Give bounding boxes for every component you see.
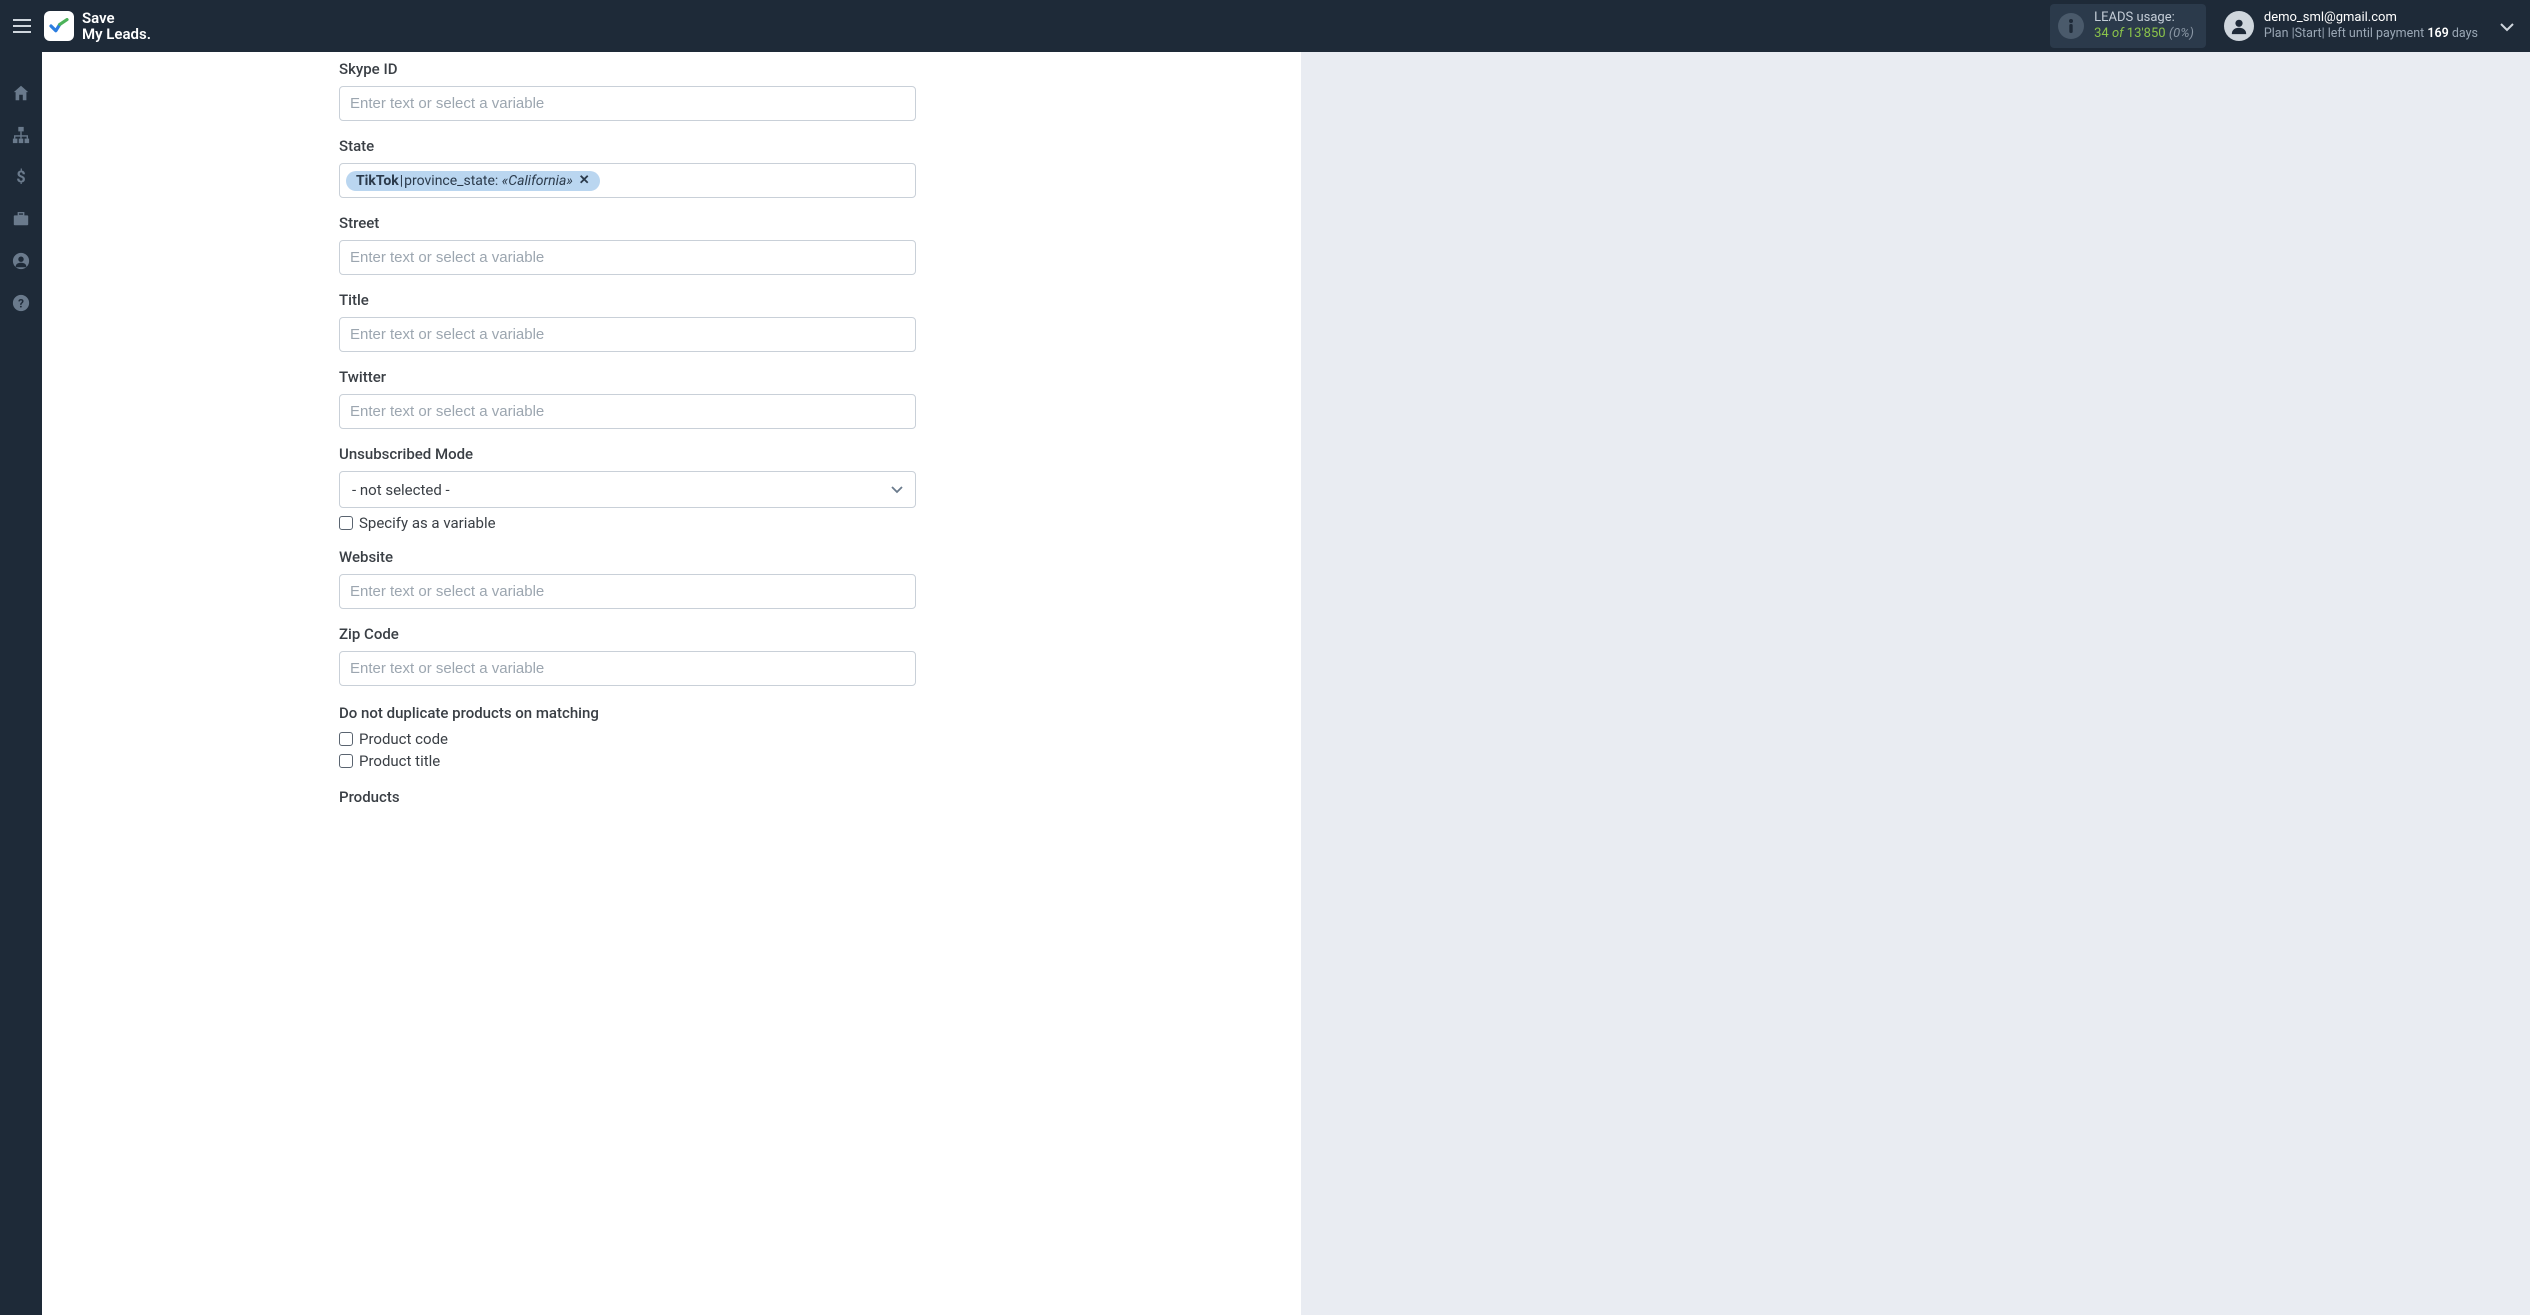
- label-title: Title: [339, 291, 1011, 309]
- brand-line1: Save: [82, 10, 151, 27]
- label-unsub: Unsubscribed Mode: [339, 445, 1011, 463]
- user-plan: Plan |Start| left until payment 169 days: [2264, 26, 2478, 42]
- usage-text: LEADS usage: 34 of 13'850 (0%): [2094, 10, 2194, 43]
- field-unsubscribed-mode: Unsubscribed Mode - not selected - Speci…: [42, 445, 1301, 532]
- logo[interactable]: [44, 11, 74, 41]
- menu-toggle[interactable]: [8, 12, 36, 40]
- chevron-down-icon: [891, 486, 903, 494]
- section-products: Products: [42, 788, 1301, 806]
- chip-remove[interactable]: ✕: [579, 173, 590, 188]
- checkmark-icon: [49, 18, 69, 34]
- field-twitter: Twitter: [42, 368, 1301, 429]
- checkbox-product-code[interactable]: [339, 732, 353, 746]
- checkbox-product-title[interactable]: [339, 754, 353, 768]
- plan-days: 169: [2427, 26, 2448, 41]
- brand-line2: My Leads.: [82, 26, 151, 43]
- input-website[interactable]: [339, 574, 916, 609]
- label-twitter: Twitter: [339, 368, 1011, 386]
- sidebar: $ ?: [0, 52, 42, 1315]
- dollar-icon: $: [12, 168, 30, 186]
- field-title: Title: [42, 291, 1301, 352]
- label-street: Street: [339, 214, 1011, 232]
- input-twitter[interactable]: [339, 394, 916, 429]
- briefcase-icon: [12, 210, 30, 228]
- field-website: Website: [42, 548, 1301, 609]
- label-zip: Zip Code: [339, 625, 1011, 643]
- sidebar-item-help[interactable]: ?: [8, 290, 34, 316]
- plan-prefix: Plan |Start| left until payment: [2264, 26, 2427, 41]
- svg-text:?: ?: [18, 297, 24, 311]
- user-text: demo_sml@gmail.com Plan |Start| left unt…: [2264, 10, 2478, 42]
- usage-of: of: [2112, 26, 2124, 41]
- label-dedupe: Do not duplicate products on matching: [339, 704, 1011, 722]
- label-product-code[interactable]: Product code: [359, 730, 448, 748]
- user-email: demo_sml@gmail.com: [2264, 10, 2478, 26]
- chip-value: «California»: [502, 173, 573, 189]
- label-state: State: [339, 137, 1011, 155]
- dedupe-product-code-row[interactable]: Product code: [339, 730, 1011, 748]
- label-website: Website: [339, 548, 1011, 566]
- input-title[interactable]: [339, 317, 916, 352]
- brand-name: Save My Leads.: [82, 10, 151, 43]
- label-specify-variable[interactable]: Specify as a variable: [359, 514, 496, 532]
- hamburger-icon: [13, 19, 31, 33]
- chip-source: TikTok: [356, 173, 399, 189]
- usage-stats: 34 of 13'850 (0%): [2094, 26, 2194, 42]
- sidebar-item-account[interactable]: [8, 248, 34, 274]
- label-skype: Skype ID: [339, 60, 1011, 78]
- sidebar-item-briefcase[interactable]: [8, 206, 34, 232]
- section-dedupe: Do not duplicate products on matching: [42, 704, 1301, 722]
- user-avatar-icon: [2224, 11, 2254, 41]
- svg-text:$: $: [16, 168, 25, 186]
- sidebar-item-connections[interactable]: [8, 122, 34, 148]
- field-zip: Zip Code: [42, 625, 1301, 686]
- usage-used: 34: [2094, 26, 2109, 41]
- user-box[interactable]: demo_sml@gmail.com Plan |Start| left unt…: [2224, 10, 2514, 42]
- usage-total: 13'850: [2127, 26, 2166, 41]
- unsub-specify-row[interactable]: Specify as a variable: [339, 514, 1011, 532]
- input-skype[interactable]: [339, 86, 916, 121]
- form-card: Skype ID State TikTok | province_state: …: [42, 52, 1301, 1315]
- user-menu-chevron[interactable]: [2500, 17, 2514, 36]
- chip-separator: |: [400, 173, 403, 189]
- field-state: State TikTok | province_state: «Californ…: [42, 137, 1301, 198]
- chevron-down-icon: [2500, 22, 2514, 32]
- field-street: Street: [42, 214, 1301, 275]
- question-icon: ?: [12, 294, 30, 312]
- hierarchy-icon: [12, 126, 30, 144]
- home-icon: [12, 84, 30, 102]
- usage-box[interactable]: LEADS usage: 34 of 13'850 (0%): [2050, 4, 2206, 49]
- plan-days-suffix: days: [2449, 26, 2478, 41]
- user-icon: [12, 252, 30, 270]
- chip-key: province_state:: [404, 173, 498, 189]
- dedupe-product-title-row[interactable]: Product title: [339, 752, 1011, 770]
- input-zip[interactable]: [339, 651, 916, 686]
- label-product-title[interactable]: Product title: [359, 752, 440, 770]
- select-unsub-value: - not selected -: [352, 481, 450, 499]
- usage-percent: (0%): [2169, 26, 2194, 41]
- input-street[interactable]: [339, 240, 916, 275]
- checkbox-specify-variable[interactable]: [339, 516, 353, 530]
- main-content: Skype ID State TikTok | province_state: …: [42, 52, 2530, 1315]
- input-state[interactable]: TikTok | province_state: «California» ✕: [339, 163, 916, 198]
- sidebar-item-billing[interactable]: $: [8, 164, 34, 190]
- label-products: Products: [339, 788, 1011, 806]
- field-skype: Skype ID: [42, 60, 1301, 121]
- info-icon: [2058, 13, 2084, 39]
- sidebar-item-home[interactable]: [8, 80, 34, 106]
- state-chip[interactable]: TikTok | province_state: «California» ✕: [346, 171, 600, 191]
- dedupe-options: Product code Product title: [42, 730, 1301, 770]
- topbar: Save My Leads. LEADS usage: 34 of 13'850…: [0, 0, 2530, 52]
- usage-label: LEADS usage:: [2094, 10, 2194, 26]
- select-unsub[interactable]: - not selected -: [339, 471, 916, 508]
